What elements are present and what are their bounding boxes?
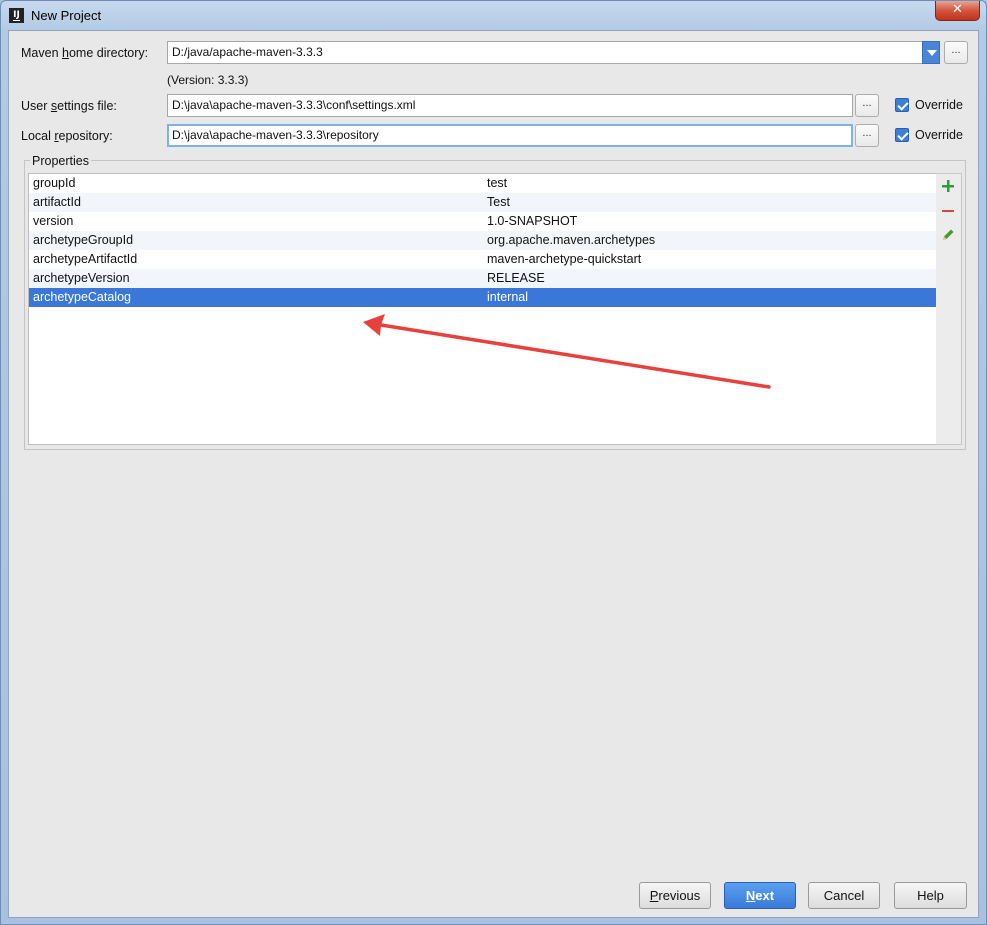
previous-label: revious bbox=[658, 888, 701, 903]
properties-legend: Properties bbox=[30, 154, 91, 168]
intellij-app-icon: IJ bbox=[9, 8, 24, 23]
previous-button[interactable]: Previous bbox=[639, 882, 711, 909]
chevron-down-icon[interactable] bbox=[922, 41, 940, 64]
properties-toolbar bbox=[936, 173, 962, 445]
local-repo-field[interactable]: D:\java\apache-maven-3.3.3\repository bbox=[167, 124, 853, 147]
user-settings-override-label[interactable]: Override bbox=[915, 98, 963, 112]
table-row[interactable]: archetypeArtifactId maven-archetype-quic… bbox=[29, 250, 936, 269]
table-row[interactable]: archetypeGroupId org.apache.maven.archet… bbox=[29, 231, 936, 250]
property-value: test bbox=[487, 176, 508, 190]
help-button[interactable]: Help bbox=[894, 882, 967, 909]
property-key: archetypeArtifactId bbox=[33, 252, 138, 266]
property-value: 1.0-SNAPSHOT bbox=[487, 214, 578, 228]
property-value: Test bbox=[487, 195, 510, 209]
maven-home-combo[interactable]: D:/java/apache-maven-3.3.3 bbox=[167, 41, 923, 64]
table-row[interactable]: groupId test bbox=[29, 174, 936, 193]
table-row[interactable]: archetypeVersion RELEASE bbox=[29, 269, 936, 288]
next-label: ext bbox=[755, 888, 775, 903]
local-repo-label-post: epository: bbox=[58, 129, 113, 143]
property-key: groupId bbox=[33, 176, 76, 190]
user-settings-label-pre: User bbox=[21, 99, 51, 113]
user-settings-label-post: ettings file: bbox=[57, 99, 117, 113]
user-settings-label: User settings file: bbox=[21, 99, 117, 113]
table-row[interactable]: artifactId Test bbox=[29, 193, 936, 212]
local-repo-label: Local repository: bbox=[21, 129, 113, 143]
property-value: maven-archetype-quickstart bbox=[487, 252, 642, 266]
add-icon[interactable] bbox=[940, 178, 956, 194]
maven-home-browse-button[interactable]: ... bbox=[944, 41, 968, 64]
property-key: artifactId bbox=[33, 195, 81, 209]
edit-icon[interactable] bbox=[940, 227, 956, 243]
user-settings-field[interactable]: D:\java\apache-maven-3.3.3\conf\settings… bbox=[167, 94, 853, 117]
property-key: archetypeGroupId bbox=[33, 233, 134, 247]
property-value: org.apache.maven.archetypes bbox=[487, 233, 656, 247]
close-button[interactable]: ✕ bbox=[935, 1, 980, 21]
maven-home-label-post: ome directory: bbox=[68, 46, 149, 60]
window-title: New Project bbox=[31, 8, 102, 23]
table-row[interactable]: version 1.0-SNAPSHOT bbox=[29, 212, 936, 231]
dialog-client-area: Maven home directory: D:/java/apache-mav… bbox=[8, 30, 979, 918]
next-mnemonic: N bbox=[745, 888, 756, 903]
remove-icon[interactable] bbox=[940, 203, 956, 219]
title-bar[interactable]: IJ New Project ✕ bbox=[1, 1, 986, 30]
property-key: archetypeVersion bbox=[33, 271, 130, 285]
table-row-selected[interactable]: archetypeCatalog internal bbox=[29, 288, 936, 307]
maven-home-label-mnemonic: h bbox=[62, 46, 69, 60]
maven-version-note: (Version: 3.3.3) bbox=[167, 73, 249, 87]
local-repo-label-pre: Local bbox=[21, 129, 55, 143]
local-repo-override-checkbox[interactable] bbox=[895, 128, 909, 142]
properties-table[interactable]: groupId test artifactId Test version 1.0… bbox=[28, 173, 937, 445]
annotation-arrow-icon bbox=[363, 314, 771, 389]
cancel-button[interactable]: Cancel bbox=[808, 882, 880, 909]
property-key: archetypeCatalog bbox=[33, 290, 131, 304]
next-button[interactable]: Next bbox=[724, 882, 796, 909]
user-settings-browse-button[interactable]: ... bbox=[855, 94, 879, 117]
property-value: internal bbox=[487, 290, 528, 304]
maven-home-label: Maven home directory: bbox=[21, 46, 148, 60]
new-project-window: IJ New Project ✕ Maven home directory: D… bbox=[0, 0, 987, 925]
maven-home-label-pre: Maven bbox=[21, 46, 62, 60]
local-repo-browse-button[interactable]: ... bbox=[855, 124, 879, 147]
property-key: version bbox=[33, 214, 74, 228]
local-repo-override-label[interactable]: Override bbox=[915, 128, 963, 142]
property-value: RELEASE bbox=[487, 271, 545, 285]
user-settings-override-checkbox[interactable] bbox=[895, 98, 909, 112]
